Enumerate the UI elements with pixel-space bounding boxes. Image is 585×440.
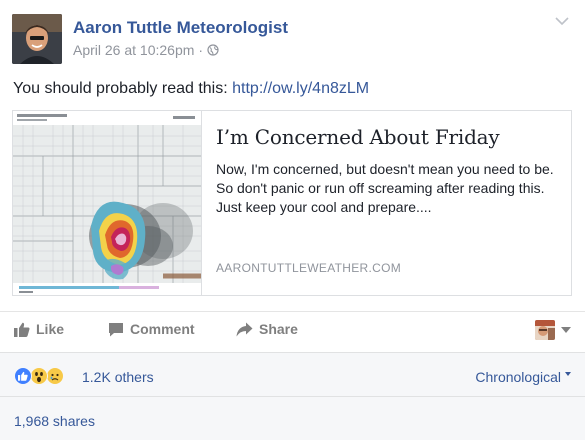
- post-message-text: You should probably read this:: [13, 80, 233, 97]
- share-label: Share: [259, 321, 298, 337]
- post-action-bar: Like Comment Share: [0, 311, 585, 350]
- comment-sort-dropdown[interactable]: Chronological: [475, 369, 571, 385]
- viewer-avatar[interactable]: [535, 320, 555, 340]
- like-icon: [14, 367, 32, 385]
- post-message: You should probably read this: http://ow…: [13, 80, 369, 98]
- link-preview-description: Now, I'm concerned, but doesn't mean you…: [216, 161, 554, 215]
- viewer-photo-icon: [535, 320, 555, 340]
- facebook-post-card: Aaron Tuttle Meteorologist April 26 at 1…: [0, 0, 585, 440]
- author-name[interactable]: Aaron Tuttle Meteorologist: [73, 18, 288, 38]
- weather-map-image-icon: [13, 111, 201, 295]
- link-preview-title[interactable]: I’m Concerned About Friday: [216, 125, 557, 149]
- reaction-count[interactable]: 1.2K others: [82, 369, 154, 385]
- comment-button[interactable]: Comment: [108, 321, 195, 337]
- reaction-icons[interactable]: [14, 367, 64, 385]
- share-icon: [236, 322, 253, 336]
- link-preview-image[interactable]: [13, 111, 202, 295]
- link-preview-info[interactable]: I’m Concerned About Friday Now, I'm conc…: [202, 111, 571, 295]
- reactions-bar: 1.2K others Chronological: [0, 352, 585, 397]
- post-options-chevron-icon[interactable]: [555, 16, 569, 26]
- comment-label: Comment: [130, 321, 195, 337]
- share-button[interactable]: Share: [236, 321, 298, 337]
- meta-separator: ·: [198, 42, 204, 58]
- post-link[interactable]: http://ow.ly/4n8zLM: [232, 80, 369, 97]
- like-button[interactable]: Like: [14, 321, 64, 337]
- link-preview-card[interactable]: I’m Concerned About Friday Now, I'm conc…: [12, 110, 572, 296]
- thumbs-up-icon: [14, 322, 30, 337]
- author-photo-icon: [12, 14, 62, 64]
- sad-icon: [46, 367, 64, 385]
- author-avatar[interactable]: [12, 14, 62, 64]
- wow-icon: [30, 367, 48, 385]
- viewer-options-chevron-icon[interactable]: [561, 327, 571, 333]
- post-meta: April 26 at 10:26pm ·: [73, 42, 219, 58]
- share-count[interactable]: 1,968 shares: [14, 413, 95, 429]
- link-preview-domain: AARONTUTTLEWEATHER.COM: [216, 261, 402, 275]
- globe-icon: [207, 44, 219, 56]
- like-label: Like: [36, 321, 65, 337]
- post-timestamp[interactable]: April 26 at 10:26pm: [73, 42, 194, 58]
- shares-bar: 1,968 shares: [0, 396, 585, 440]
- comment-icon: [109, 322, 123, 336]
- sort-caret-icon: [565, 372, 571, 376]
- comment-sort-label: Chronological: [475, 369, 561, 385]
